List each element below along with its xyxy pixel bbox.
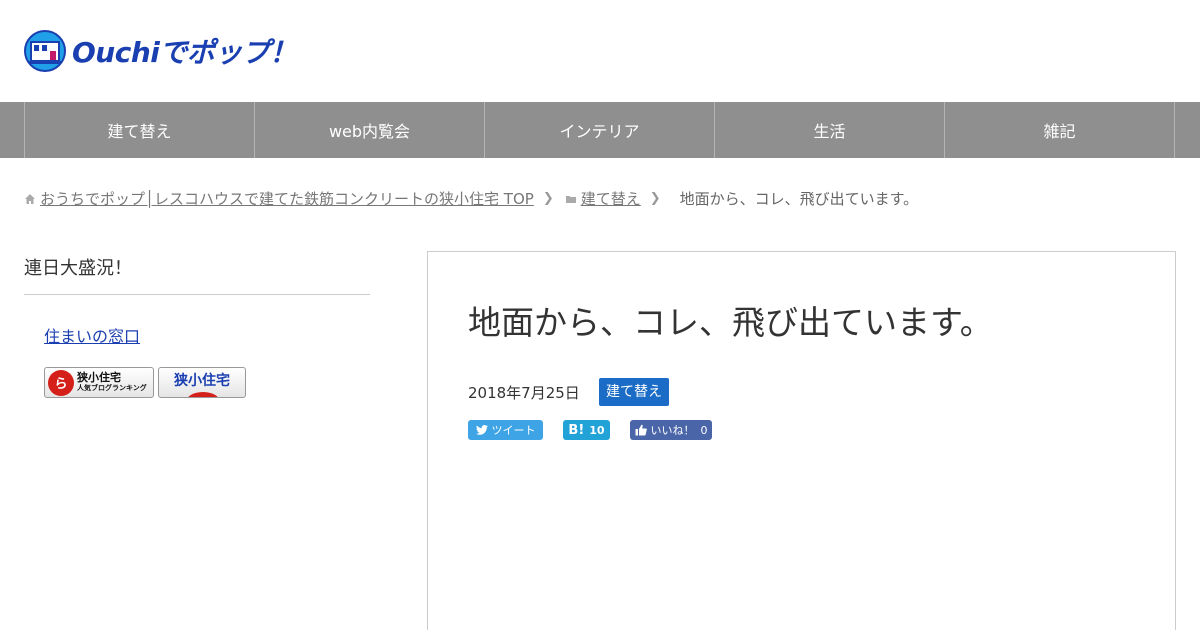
tweet-button[interactable]: ツイート xyxy=(468,420,543,440)
nav-item-life[interactable]: 生活 xyxy=(714,102,944,158)
folder-icon xyxy=(565,195,576,203)
hatena-label: B! xyxy=(568,422,585,438)
badge2-text: 狭小住宅 xyxy=(174,373,230,389)
post-title: 地面から、コレ、飛び出ています。 xyxy=(468,303,993,342)
breadcrumb-category-link[interactable]: 建て替え xyxy=(581,188,641,209)
like-count: 0 xyxy=(700,423,708,437)
ranking-logo-icon: ら xyxy=(48,369,74,396)
logo-text: Ouchiでポップ！ xyxy=(72,36,297,69)
breadcrumb-home-link[interactable]: おうちでポップ│レスコハウスで建てた鉄筋コンクリートの狭小住宅 TOP xyxy=(40,188,534,209)
post-category-tag[interactable]: 建て替え xyxy=(599,378,669,406)
home-icon xyxy=(25,193,35,204)
twitter-bird-icon xyxy=(475,425,488,435)
thumbs-up-icon xyxy=(635,424,647,436)
nav-item-web-tour[interactable]: web内覧会 xyxy=(254,102,484,158)
house-logo-icon xyxy=(24,30,66,72)
hatena-bookmark-button[interactable]: B! 10 xyxy=(563,420,610,440)
breadcrumb: おうちでポップ│レスコハウスで建てた鉄筋コンクリートの狭小住宅 TOP ❯ 建て… xyxy=(24,188,918,209)
chevron-right-icon: ❯ xyxy=(542,191,554,206)
nav-item-interior[interactable]: インテリア xyxy=(484,102,714,158)
nav-item-misc[interactable]: 雑記 xyxy=(944,102,1175,158)
article-card: 地面から、コレ、飛び出ています。 2018年7月25日 建て替え ツイート B!… xyxy=(427,251,1176,630)
sidebar-link-sumai-madoguchi[interactable]: 住まいの窓口 xyxy=(44,323,370,347)
site-logo-link[interactable]: Ouchiでポップ！ xyxy=(24,30,297,72)
badge1-line1: 狭小住宅 xyxy=(77,370,121,384)
blog-ranking-badge[interactable]: ら 狭小住宅 人気ブログランキング xyxy=(44,367,154,398)
badge1-line2: 人気ブログランキング xyxy=(77,383,147,392)
ranking-badges: ら 狭小住宅 人気ブログランキング 狭小住宅 xyxy=(44,367,370,398)
global-nav: 建て替え web内覧会 インテリア 生活 雑記 xyxy=(0,102,1200,158)
sidebar: 連日大盛況！ 住まいの窓口 ら 狭小住宅 人気ブログランキング 狭小住宅 xyxy=(24,250,370,398)
sidebar-heading: 連日大盛況！ xyxy=(24,250,370,295)
hatena-count: 10 xyxy=(589,423,605,437)
badge1-text: 狭小住宅 人気ブログランキング xyxy=(77,372,147,394)
chevron-right-icon: ❯ xyxy=(649,191,661,206)
blog-village-badge[interactable]: 狭小住宅 xyxy=(158,367,246,398)
post-date: 2018年7月25日 xyxy=(468,384,580,402)
badge2-red-mark xyxy=(186,392,220,397)
nav-list: 建て替え web内覧会 インテリア 生活 雑記 xyxy=(24,102,1175,158)
like-label: いいね！ xyxy=(650,424,695,437)
nav-item-rebuild[interactable]: 建て替え xyxy=(24,102,254,158)
facebook-like-button[interactable]: いいね！ 0 xyxy=(630,420,712,440)
tweet-label: ツイート xyxy=(491,424,536,437)
site-header: Ouchiでポップ！ xyxy=(0,0,1200,102)
breadcrumb-current: 地面から、コレ、飛び出ています。 xyxy=(679,190,919,208)
